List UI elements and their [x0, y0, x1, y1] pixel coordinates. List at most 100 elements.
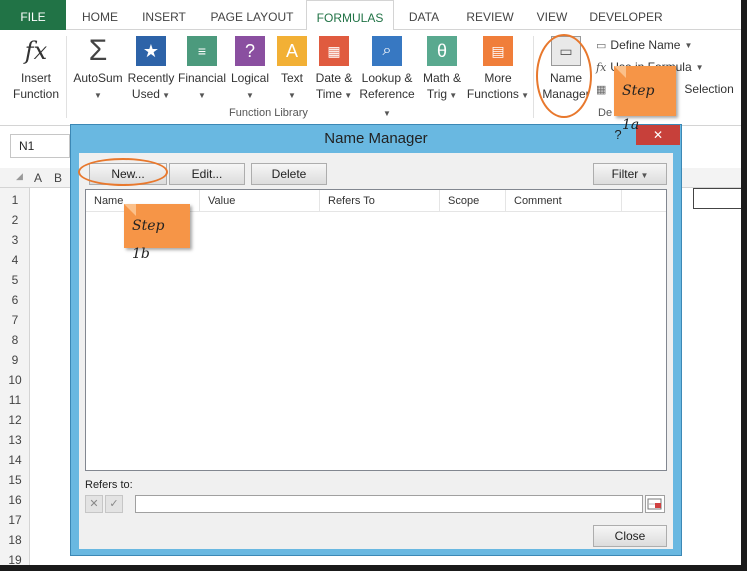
- tab-data[interactable]: DATA: [400, 0, 448, 30]
- column-header-scope[interactable]: Scope: [440, 190, 506, 212]
- chevron-down-icon: ▼: [342, 91, 353, 100]
- row-header[interactable]: 17: [0, 510, 30, 530]
- date-time-button[interactable]: ▦ Date & Time ▼: [310, 36, 358, 104]
- financial-button[interactable]: ≡ Financial ▼: [176, 36, 228, 104]
- column-header-comment[interactable]: Comment: [506, 190, 622, 212]
- dialog-title: Name Manager: [324, 130, 428, 147]
- text-book-icon: A: [277, 36, 307, 66]
- tab-home[interactable]: HOME: [72, 0, 128, 30]
- lookup-reference-line1: Lookup &: [361, 71, 413, 85]
- chevron-down-icon: ▼: [383, 109, 391, 118]
- tab-insert[interactable]: INSERT: [134, 0, 194, 30]
- collapse-dialog-icon[interactable]: [645, 495, 665, 513]
- defined-names-group-label: De: [598, 107, 613, 119]
- autosum-label: AutoSum: [73, 71, 123, 85]
- delete-name-button[interactable]: Delete: [251, 163, 327, 185]
- row-header[interactable]: 13: [0, 430, 30, 450]
- row-header[interactable]: 18: [0, 530, 30, 550]
- row-header[interactable]: 8: [0, 330, 30, 350]
- tab-page-layout[interactable]: PAGE LAYOUT: [202, 0, 302, 30]
- chevron-down-icon: ▼: [695, 62, 704, 72]
- financial-book-icon: ≡: [187, 36, 217, 66]
- range-select-icon: [647, 498, 662, 510]
- dialog-close-button[interactable]: ✕: [636, 125, 680, 145]
- row-header[interactable]: 16: [0, 490, 30, 510]
- row-header[interactable]: 11: [0, 390, 30, 410]
- tab-file[interactable]: FILE: [0, 0, 66, 30]
- define-name-label: Define Name: [610, 38, 681, 52]
- ribbon-separator: [533, 36, 534, 118]
- edit-name-button[interactable]: Edit...: [169, 163, 245, 185]
- name-box[interactable]: N1: [10, 134, 70, 158]
- ribbon-separator: [66, 36, 67, 118]
- screenshot-border-bottom: [0, 565, 747, 571]
- tab-view[interactable]: VIEW: [530, 0, 574, 30]
- row-header[interactable]: 3: [0, 230, 30, 250]
- chevron-down-icon: ▼: [638, 171, 649, 180]
- row-header[interactable]: 5: [0, 270, 30, 290]
- lookup-reference-button[interactable]: ⌕ Lookup & Reference ▼: [356, 36, 418, 122]
- name-manager-dialog: Name Manager ? ✕ New... Edit... Delete F…: [70, 124, 682, 556]
- screenshot-border-right: [741, 0, 747, 571]
- autosum-button[interactable]: Σ AutoSum ▼: [70, 36, 126, 104]
- math-trig-button[interactable]: θ Math & Trig ▼: [418, 36, 466, 104]
- active-cell-n1[interactable]: [693, 188, 747, 209]
- row-header[interactable]: 1: [0, 190, 30, 210]
- row-header[interactable]: 9: [0, 350, 30, 370]
- row-header[interactable]: 12: [0, 410, 30, 430]
- theta-book-icon: θ: [427, 36, 457, 66]
- star-book-icon: ★: [136, 36, 166, 66]
- row-header[interactable]: 2: [0, 210, 30, 230]
- row-header[interactable]: 4: [0, 250, 30, 270]
- fx-small-icon: fx: [596, 60, 607, 74]
- refers-to-input[interactable]: [135, 495, 643, 513]
- calendar-book-icon: ▦: [319, 36, 349, 66]
- math-trig-line1: Math &: [422, 71, 461, 85]
- math-trig-line2: Trig: [426, 87, 448, 101]
- insert-function-line1: Insert: [20, 71, 51, 85]
- insert-function-button[interactable]: fx Insert Function: [8, 36, 64, 102]
- chevron-down-icon: ▼: [246, 91, 254, 100]
- question-book-icon: ?: [235, 36, 265, 66]
- row-header[interactable]: 14: [0, 450, 30, 470]
- tag-icon: ▭: [596, 39, 607, 52]
- tab-review[interactable]: REVIEW: [460, 0, 520, 30]
- sigma-icon: Σ: [88, 34, 108, 67]
- name-manager-highlight-ring: [536, 34, 592, 118]
- filter-button[interactable]: Filter ▼: [593, 163, 667, 185]
- more-functions-line1: More: [484, 71, 512, 85]
- recently-used-line1: Recently: [127, 71, 175, 85]
- chevron-down-icon: ▼: [159, 91, 171, 100]
- text-button[interactable]: A Text ▼: [274, 36, 310, 104]
- define-name-button[interactable]: ▭ Define Name ▼: [596, 38, 692, 52]
- row-header[interactable]: 7: [0, 310, 30, 330]
- row-header[interactable]: 10: [0, 370, 30, 390]
- tab-formulas[interactable]: FORMULAS: [306, 0, 394, 31]
- step-1b-callout: Step 1b: [124, 204, 190, 262]
- column-header-value[interactable]: Value: [200, 190, 320, 212]
- tab-developer[interactable]: DEVELOPER: [586, 0, 666, 30]
- new-button-highlight-ring: [78, 158, 168, 186]
- cancel-edit-icon[interactable]: ✕: [85, 495, 103, 513]
- text-label: Text: [280, 71, 303, 85]
- function-library-group-label: Function Library: [229, 107, 308, 119]
- row-header[interactable]: 6: [0, 290, 30, 310]
- logical-button[interactable]: ? Logical ▼: [228, 36, 272, 104]
- select-all-icon[interactable]: ◢: [16, 171, 23, 182]
- recently-used-button[interactable]: ★ Recently Used ▼: [124, 36, 178, 104]
- column-header-refers-to[interactable]: Refers To: [320, 190, 440, 212]
- close-button[interactable]: Close: [593, 525, 667, 547]
- more-functions-line2: Functions: [466, 87, 519, 101]
- lookup-reference-line2: Reference: [359, 87, 415, 101]
- insert-function-line2: Function: [12, 87, 60, 101]
- ribbon-tabs: FILE HOME INSERT PAGE LAYOUT FORMULAS DA…: [0, 0, 747, 31]
- confirm-edit-icon[interactable]: ✓: [105, 495, 123, 513]
- refers-to-label: Refers to:: [85, 479, 133, 491]
- more-functions-book-icon: ▤: [483, 36, 513, 66]
- chevron-down-icon: ▼: [447, 91, 458, 100]
- fx-icon: fx: [24, 37, 48, 65]
- col-header-a[interactable]: A: [34, 171, 42, 185]
- col-header-b[interactable]: B: [54, 171, 62, 185]
- more-functions-button[interactable]: ▤ More Functions ▼: [466, 36, 530, 104]
- row-header[interactable]: 15: [0, 470, 30, 490]
